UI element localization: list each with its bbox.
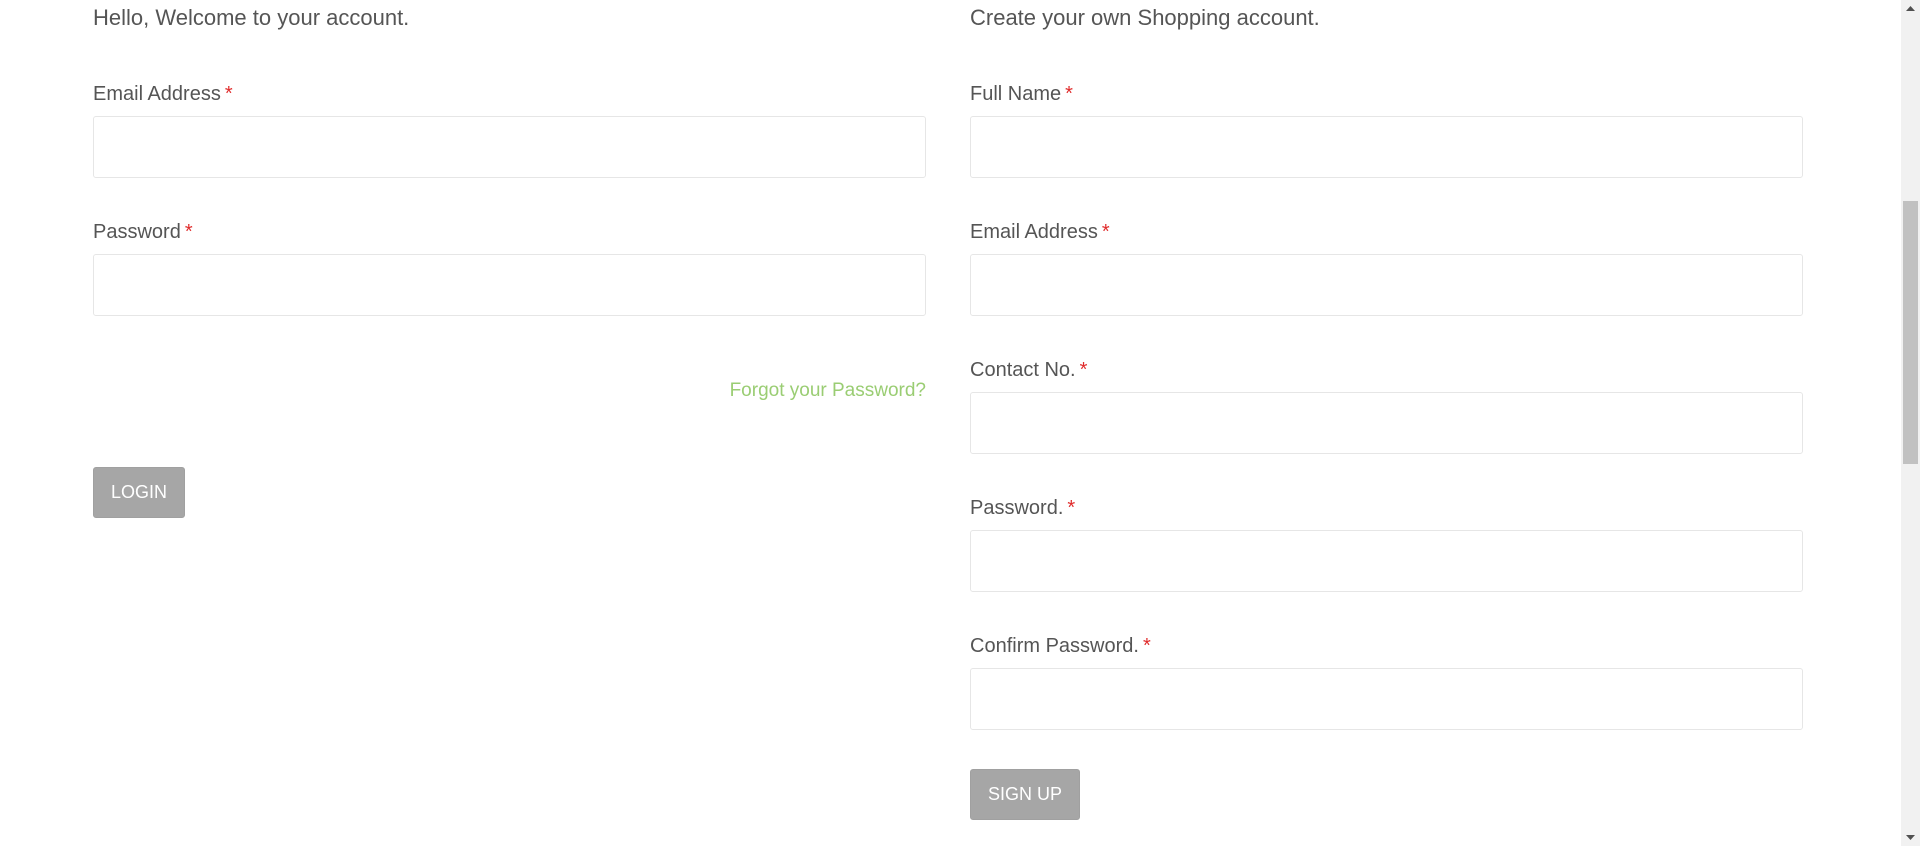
contact-input[interactable] bbox=[970, 392, 1803, 454]
fullname-label: Full Name * bbox=[970, 84, 1073, 104]
login-password-label: Password * bbox=[93, 222, 193, 242]
contact-label-text: Contact No. bbox=[970, 359, 1076, 381]
required-mark: * bbox=[1067, 497, 1076, 519]
confirm-password-label: Confirm Password. * bbox=[970, 636, 1151, 656]
account-page: Hello, Welcome to your account. Email Ad… bbox=[0, 0, 1920, 846]
required-mark: * bbox=[1065, 83, 1073, 105]
required-mark: * bbox=[1142, 635, 1151, 657]
signup-password-label: Password. * bbox=[970, 498, 1075, 518]
login-password-input[interactable] bbox=[93, 254, 926, 316]
required-mark: * bbox=[184, 221, 193, 243]
page-scrollbar[interactable] bbox=[1901, 0, 1920, 846]
required-mark: * bbox=[1101, 221, 1110, 243]
login-heading: Hello, Welcome to your account. bbox=[93, 5, 410, 30]
login-email-label: Email Address * bbox=[93, 84, 233, 104]
scrollbar-thumb[interactable] bbox=[1903, 201, 1918, 464]
signup-password-input[interactable] bbox=[970, 530, 1803, 592]
confirm-password-input[interactable] bbox=[970, 668, 1803, 730]
contact-label: Contact No. * bbox=[970, 360, 1087, 380]
signup-heading: Create your own Shopping account. bbox=[970, 5, 1320, 30]
login-password-label-text: Password bbox=[93, 221, 181, 243]
login-email-label-text: Email Address bbox=[93, 83, 221, 105]
confirm-password-label-text: Confirm Password. bbox=[970, 635, 1139, 657]
signup-password-label-text: Password. bbox=[970, 497, 1064, 519]
signup-button[interactable]: SIGN UP bbox=[970, 769, 1081, 820]
login-email-input[interactable] bbox=[93, 116, 926, 178]
forgot-password-link[interactable]: Forgot your Password? bbox=[730, 381, 926, 400]
fullname-label-text: Full Name bbox=[970, 83, 1062, 105]
signup-email-label: Email Address * bbox=[970, 222, 1110, 242]
login-button[interactable]: LOGIN bbox=[93, 467, 186, 518]
required-mark: * bbox=[1079, 359, 1088, 381]
scroll-down-arrow-icon[interactable] bbox=[1901, 829, 1920, 846]
required-mark: * bbox=[224, 83, 233, 105]
signup-email-label-text: Email Address bbox=[970, 221, 1098, 243]
fullname-input[interactable] bbox=[970, 116, 1803, 178]
signup-email-input[interactable] bbox=[970, 254, 1803, 316]
scroll-up-arrow-icon[interactable] bbox=[1901, 0, 1920, 17]
